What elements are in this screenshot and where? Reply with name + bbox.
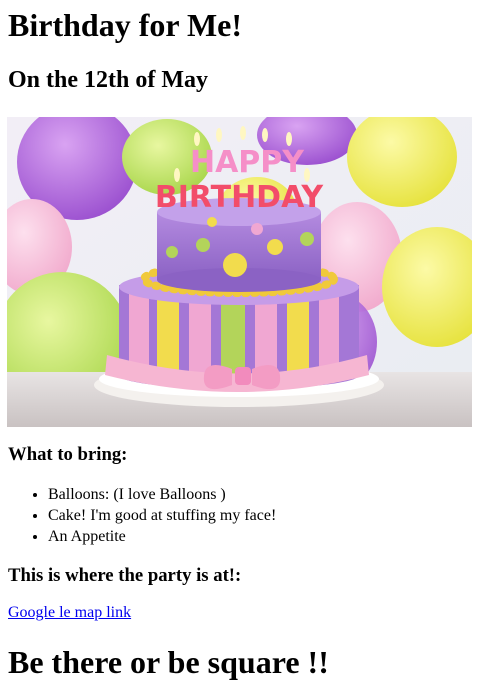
closing-heading: Be there or be square !!	[8, 644, 329, 680]
party-location-heading: This is where the party is at!:	[8, 565, 242, 586]
candle-text-happy: HAPPY	[190, 145, 305, 180]
date-heading: On the 12th of May	[8, 67, 208, 93]
what-to-bring-heading: What to bring:	[8, 444, 128, 465]
birthday-cake-image: HAPPY BIRTHDAY	[7, 117, 472, 427]
candle-text-birthday: BIRTHDAY	[155, 180, 325, 215]
google-map-link[interactable]: Google le map link	[8, 603, 131, 623]
list-item: Cake! I'm good at stuffing my face!	[48, 505, 276, 526]
list-item: Balloons: (I love Balloons )	[48, 484, 276, 505]
page-title: Birthday for Me!	[8, 7, 243, 43]
list-item: An Appetite	[48, 526, 276, 547]
bring-list: Balloons: (I love Balloons ) Cake! I'm g…	[8, 484, 276, 547]
